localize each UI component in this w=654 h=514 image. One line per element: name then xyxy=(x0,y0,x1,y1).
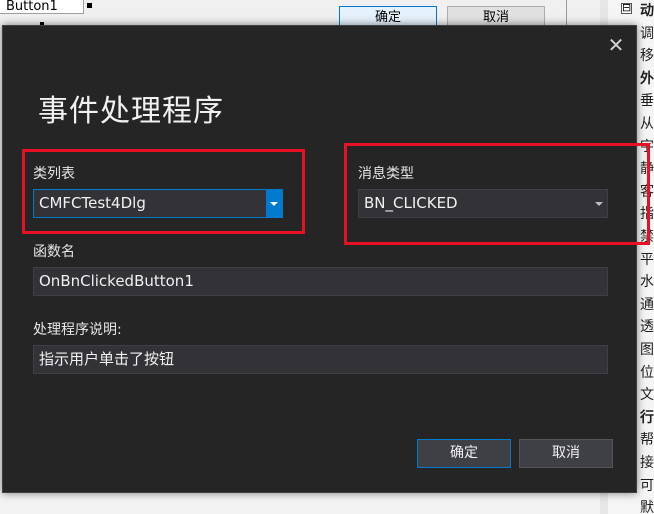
ok-button[interactable]: 确定 xyxy=(417,439,511,468)
property-row[interactable]: 垂 xyxy=(640,90,654,112)
property-row[interactable]: 调 xyxy=(640,23,654,45)
property-category[interactable]: 外 xyxy=(640,68,654,90)
property-row[interactable]: 平 xyxy=(640,249,654,271)
property-row[interactable]: 字 xyxy=(640,136,654,158)
property-row[interactable]: 位 xyxy=(640,362,654,384)
chevron-down-icon[interactable] xyxy=(591,190,607,217)
property-row[interactable]: 图 xyxy=(640,339,654,361)
collapse-category-icon[interactable]: ⊟ xyxy=(621,2,632,14)
property-row[interactable]: 禁 xyxy=(640,226,654,248)
close-button[interactable]: ✕ xyxy=(604,33,628,57)
function-name-input[interactable]: OnBnClickedButton1 xyxy=(33,267,608,296)
property-row[interactable]: 文 xyxy=(640,384,654,406)
property-row[interactable]: 通 xyxy=(640,294,654,316)
cancel-button[interactable]: 取消 xyxy=(519,439,613,468)
handler-description-field: 指示用户单击了按钮 xyxy=(33,345,608,374)
class-list-label: 类列表 xyxy=(33,166,75,182)
property-row[interactable]: 透 xyxy=(640,316,654,338)
class-list-dropdown[interactable]: CMFCTest4Dlg xyxy=(33,189,283,218)
property-row[interactable]: 默 xyxy=(640,497,654,514)
chevron-down-icon[interactable] xyxy=(266,190,282,217)
message-type-label: 消息类型 xyxy=(358,166,414,182)
message-type-dropdown[interactable]: BN_CLICKED xyxy=(358,189,608,218)
property-row[interactable]: 水 xyxy=(640,271,654,293)
property-row[interactable]: 可 xyxy=(640,475,654,497)
class-list-value: CMFCTest4Dlg xyxy=(39,194,146,212)
function-name-label: 函数名 xyxy=(33,244,75,260)
message-type-value: BN_CLICKED xyxy=(364,194,458,212)
dialog-title: 事件处理程序 xyxy=(38,94,224,129)
property-row[interactable]: 指 xyxy=(640,203,654,225)
property-row[interactable]: 客 xyxy=(640,181,654,203)
property-row[interactable]: 接 xyxy=(640,452,654,474)
property-category[interactable]: 动 xyxy=(640,0,654,22)
designer-button1-control[interactable]: Button1 xyxy=(0,0,84,14)
close-icon: ✕ xyxy=(607,33,625,57)
property-row[interactable]: 静 xyxy=(640,158,654,180)
property-row[interactable]: 帮 xyxy=(640,429,654,451)
property-row[interactable]: 从 xyxy=(640,113,654,135)
handler-description-label: 处理程序说明: xyxy=(33,322,122,338)
property-row[interactable]: 移 xyxy=(640,45,654,67)
resize-handle[interactable] xyxy=(87,3,92,8)
property-category[interactable]: 行 xyxy=(640,407,654,429)
